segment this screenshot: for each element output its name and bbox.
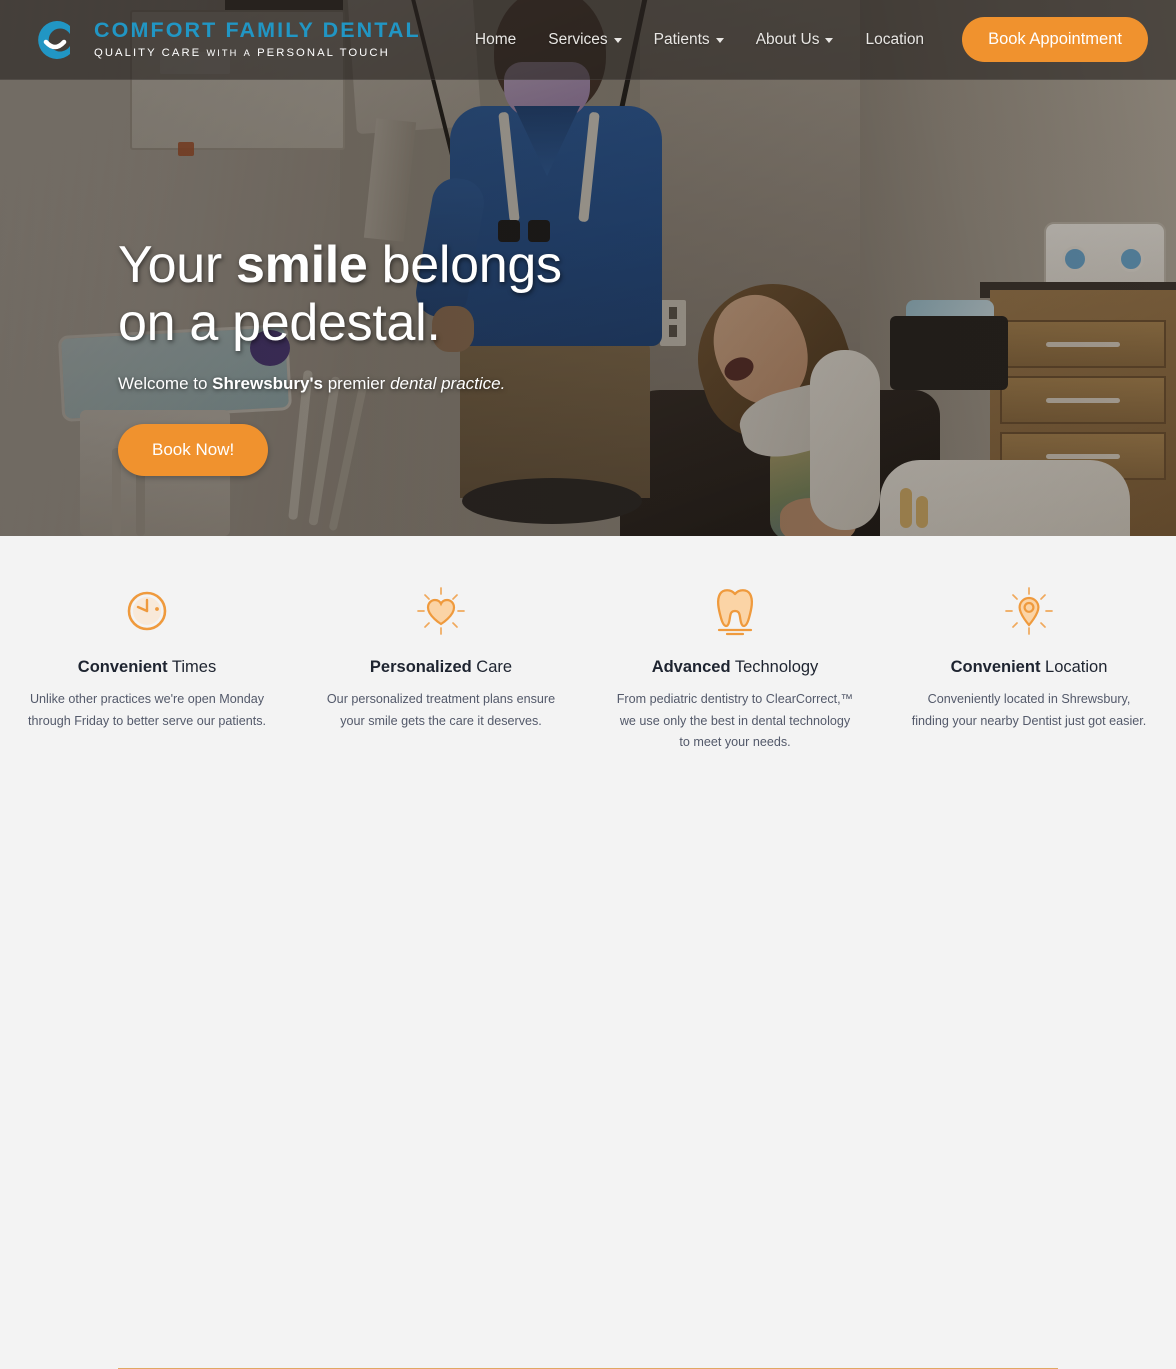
feature-title-bold: Advanced — [651, 658, 731, 676]
tagline-part-3: A — [243, 47, 252, 58]
nav-item-home[interactable]: Home — [459, 31, 532, 49]
feature-description: Unlike other practices we're open Monday… — [28, 692, 267, 728]
tagline-part-4: PERSONAL TOUCH — [257, 46, 390, 59]
radiating-map-pin-icon — [910, 580, 1148, 642]
feature-title-bold: Personalized — [369, 658, 472, 676]
nav-label: About Us — [755, 30, 820, 48]
feature-advanced-technology: Advanced Technology From pediatric denti… — [588, 580, 882, 754]
feature-description: From pediatric dentistry to ClearCorrect… — [616, 692, 854, 750]
tooth-icon — [616, 580, 854, 642]
hero-heading-line-2: on a pedestal. — [118, 294, 441, 353]
chevron-down-icon — [613, 38, 622, 43]
book-appointment-button[interactable]: Book Appointment — [962, 17, 1148, 62]
feature-convenient-times: Convenient Times Unlike other practices … — [0, 580, 294, 754]
feature-title-rest: Times — [167, 658, 217, 676]
nav-label: Services — [548, 30, 608, 48]
feature-title-bold: Convenient — [77, 658, 168, 676]
tagline-part-1: QUALITY CARE — [94, 46, 202, 59]
feature-title: Convenient Times — [28, 658, 266, 677]
feature-personalized-care: Personalized Care Our personalized treat… — [294, 580, 588, 754]
nav-label: Patients — [653, 30, 710, 48]
hero-sub-part-1: Welcome to — [118, 374, 213, 394]
nav-item-patients[interactable]: Patients — [638, 31, 740, 49]
feature-title: Convenient Location — [910, 658, 1148, 677]
feature-title-rest: Technology — [730, 658, 819, 676]
nav-label: Location — [865, 30, 925, 48]
radiating-heart-icon — [322, 580, 560, 642]
brand-name: COMFORT FAMILY DENTAL — [94, 18, 421, 43]
feature-description: Our personalized treatment plans ensure … — [326, 692, 556, 728]
hero-section: COMFORT FAMILY DENTAL QUALITY CARE WITH … — [0, 0, 1176, 536]
features-grid: Convenient Times Unlike other practices … — [0, 536, 1176, 754]
tagline-part-2: WITH — [206, 47, 239, 58]
hero-sub-city: Shrewsbury's — [212, 374, 323, 394]
feature-title-rest: Care — [471, 658, 513, 676]
feature-title-rest: Location — [1040, 658, 1108, 676]
main-navigation: Home Services Patients About Us Location… — [459, 17, 1176, 62]
hero-heading: Your smile belongs on a pedestal. — [118, 236, 738, 352]
nav-item-about-us[interactable]: About Us — [740, 31, 850, 49]
brand-tagline: QUALITY CARE WITH A PERSONAL TOUCH — [94, 46, 421, 59]
book-now-button[interactable]: Book Now! — [118, 424, 269, 477]
hero-heading-emphasis: smile — [236, 236, 368, 294]
nav-label: Home — [474, 30, 517, 48]
chevron-down-icon — [715, 38, 724, 43]
hero-sub-part-2: premier — [322, 374, 391, 394]
hero-sub-italic: dental practice. — [390, 374, 506, 394]
nav-item-location[interactable]: Location — [849, 31, 940, 49]
feature-description: Conveniently located in Shrewsbury, find… — [911, 692, 1147, 728]
hero-subtitle: Welcome to Shrewsbury's premier dental p… — [118, 374, 738, 394]
site-header: COMFORT FAMILY DENTAL QUALITY CARE WITH … — [0, 0, 1176, 80]
hero-heading-part-2: belongs — [367, 236, 562, 294]
hero-content: Your smile belongs on a pedestal. Welcom… — [118, 236, 738, 477]
c-smile-logo-icon — [30, 15, 80, 65]
feature-title-bold: Convenient — [950, 658, 1041, 676]
feature-title: Advanced Technology — [616, 658, 854, 677]
feature-title: Personalized Care — [322, 658, 560, 677]
clock-icon — [28, 580, 266, 642]
feature-convenient-location: Convenient Location Conveniently located… — [882, 580, 1176, 754]
site-logo[interactable]: COMFORT FAMILY DENTAL QUALITY CARE WITH … — [30, 15, 421, 65]
chevron-down-icon — [825, 38, 834, 43]
hero-heading-part-1: Your — [118, 236, 237, 294]
nav-item-services[interactable]: Services — [532, 31, 637, 49]
features-section: Convenient Times Unlike other practices … — [0, 536, 1176, 1369]
